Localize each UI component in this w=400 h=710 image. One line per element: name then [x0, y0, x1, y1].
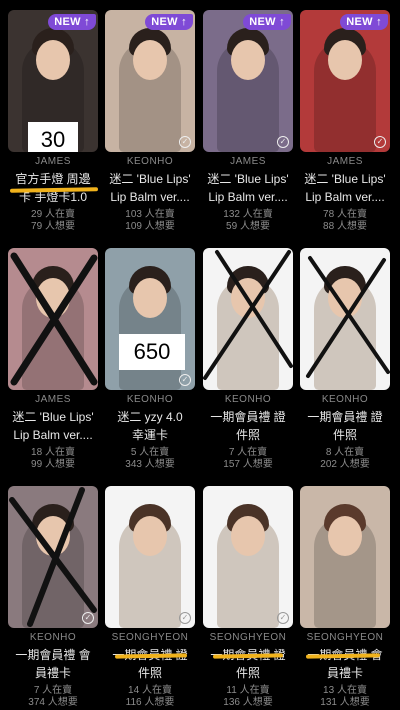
card-photo[interactable]: NEW ↑ ✓ — [105, 10, 195, 152]
check-circle-icon[interactable]: ✓ — [179, 136, 191, 148]
card-title-line2: 件照 — [235, 428, 260, 442]
artist-name: JAMES — [327, 156, 363, 167]
price-note: 30 — [28, 122, 78, 152]
check-circle-icon[interactable]: ✓ — [374, 136, 386, 148]
artist-name: JAMES — [230, 156, 266, 167]
card-title-line2: 員禮卡 — [326, 666, 363, 680]
new-badge: NEW ↑ — [48, 14, 96, 30]
artist-name: KEONHO — [224, 394, 272, 405]
card-title-line2: Lip Balm ver.... — [110, 190, 190, 204]
want-count: 136 人想要 — [223, 697, 273, 708]
new-badge: NEW ↑ — [145, 14, 193, 30]
artist-name: JAMES — [35, 156, 71, 167]
want-count: 131 人想要 — [320, 697, 370, 708]
card-title-line1: 一期會員禮 會 — [15, 648, 91, 662]
sell-count: 7 人在賣 — [228, 447, 268, 458]
check-circle-icon[interactable]: ✓ — [82, 612, 94, 624]
card-photo[interactable]: NEW ↑ ✓ — [300, 10, 390, 152]
want-count: 343 人想要 — [125, 459, 175, 470]
artist-name: SEONGHYEON — [209, 632, 287, 643]
card-photo[interactable] — [300, 248, 390, 390]
card-photo[interactable]: 650 ✓ — [105, 248, 195, 390]
card-title-line2: 件照 — [137, 666, 162, 680]
sell-count: 78 人在賣 — [323, 209, 367, 220]
card-title-line1: 迷二 'Blue Lips' — [109, 172, 191, 186]
card-title-line1: 一期會員禮 證 — [307, 410, 383, 424]
sell-count: 14 人在賣 — [128, 685, 172, 696]
want-count: 59 人想要 — [226, 221, 270, 232]
sell-count: 5 人在賣 — [130, 447, 170, 458]
card-title-line2: Lip Balm ver.... — [305, 190, 385, 204]
photocard-grid: NEW ↑ 30 JAMES 官方手燈 周邊 卡 手燈卡1.0 29 人在賣 79… — [0, 0, 400, 710]
want-count: 116 人想要 — [125, 697, 175, 708]
artist-name: KEONHO — [126, 156, 174, 167]
new-badge: NEW ↑ — [340, 14, 388, 30]
sell-count: 8 人在賣 — [325, 447, 365, 458]
card-photo[interactable]: ✓ — [203, 486, 293, 628]
check-circle-icon[interactable]: ✓ — [277, 136, 289, 148]
card-title-line1: 一期會員禮 證 — [210, 410, 286, 424]
artist-name: KEONHO — [29, 632, 77, 643]
card-title-line1: 官方手燈 周邊 — [15, 172, 91, 186]
card-title-line1: 迷二 yzy 4.0 — [117, 410, 183, 424]
card-title-line1: 迷二 'Blue Lips' — [304, 172, 386, 186]
card-photo[interactable]: ✓ — [8, 486, 98, 628]
check-circle-icon[interactable]: ✓ — [179, 374, 191, 386]
sell-count: 13 人在賣 — [323, 685, 367, 696]
artist-name: KEONHO — [126, 394, 174, 405]
sell-count: 18 人在賣 — [31, 447, 75, 458]
card-title-line2: Lip Balm ver.... — [13, 428, 93, 442]
artist-name: SEONGHYEON — [111, 632, 189, 643]
sell-count: 7 人在賣 — [33, 685, 73, 696]
card-title-line2: 幸運卡 — [131, 428, 168, 442]
check-circle-icon[interactable]: ✓ — [179, 612, 191, 624]
card-photo[interactable] — [300, 486, 390, 628]
card-title-line1: 迷二 'Blue Lips' — [207, 172, 289, 186]
card-title-line2: Lip Balm ver.... — [208, 190, 288, 204]
card-title-line2: 員禮卡 — [34, 666, 71, 680]
card-photo[interactable]: NEW ↑ 30 — [8, 10, 98, 152]
card-photo[interactable] — [8, 248, 98, 390]
want-count: 157 人想要 — [223, 459, 273, 470]
sell-count: 103 人在賣 — [125, 209, 175, 220]
want-count: 79 人想要 — [31, 221, 75, 232]
want-count: 109 人想要 — [125, 221, 175, 232]
sell-count: 132 人在賣 — [223, 209, 273, 220]
artist-name: SEONGHYEON — [306, 632, 384, 643]
want-count: 99 人想要 — [31, 459, 75, 470]
want-count: 374 人想要 — [28, 697, 78, 708]
card-title-line1: 迷二 'Blue Lips' — [12, 410, 94, 424]
check-circle-icon[interactable]: ✓ — [277, 612, 289, 624]
price-note: 650 — [119, 334, 185, 370]
new-badge: NEW ↑ — [243, 14, 291, 30]
want-count: 202 人想要 — [320, 459, 370, 470]
card-photo[interactable]: NEW ↑ ✓ — [203, 10, 293, 152]
card-photo[interactable] — [203, 248, 293, 390]
card-title-line2: 件照 — [235, 666, 260, 680]
card-title-line2: 件照 — [332, 428, 357, 442]
artist-name: KEONHO — [321, 394, 369, 405]
sell-count: 29 人在賣 — [31, 209, 75, 220]
want-count: 88 人想要 — [323, 221, 367, 232]
artist-name: JAMES — [35, 394, 71, 405]
sell-count: 11 人在賣 — [226, 685, 270, 696]
card-photo[interactable]: ✓ — [105, 486, 195, 628]
